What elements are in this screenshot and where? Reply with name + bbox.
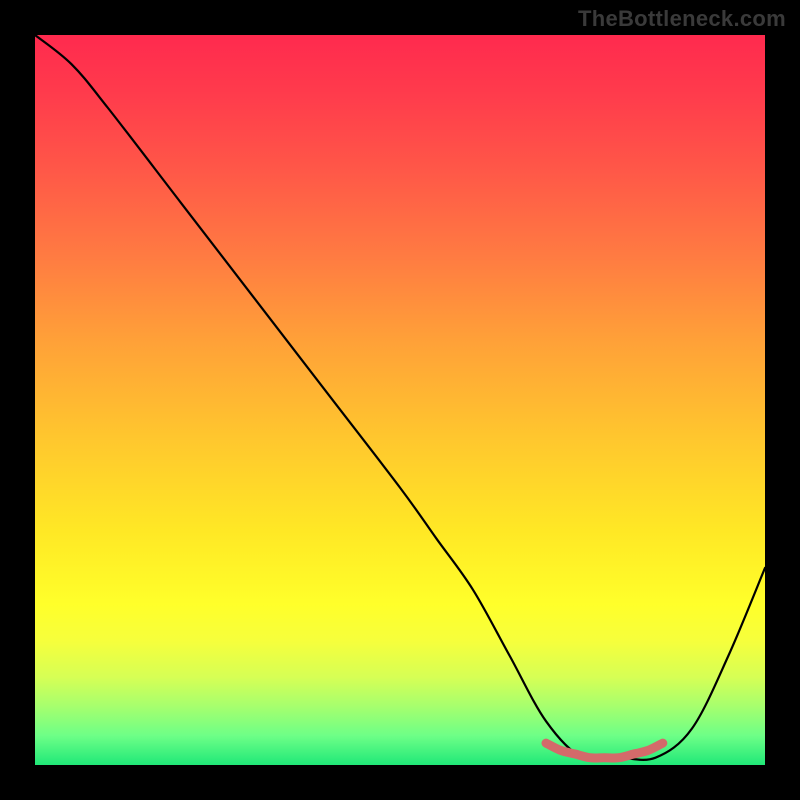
plot-area [35,35,765,765]
watermark-text: TheBottleneck.com [578,6,786,32]
chart-frame: TheBottleneck.com [0,0,800,800]
marker-svg [35,35,765,765]
optimal-range-marker-path [546,743,663,758]
